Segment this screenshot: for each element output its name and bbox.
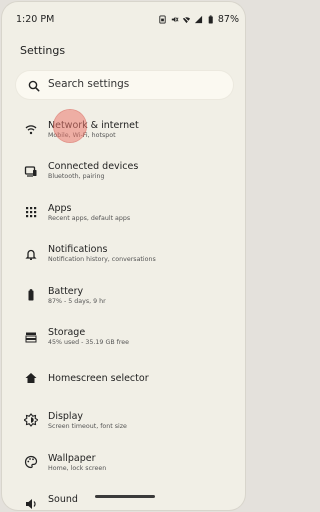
settings-item-summary: Screen timeout, font size	[48, 423, 127, 430]
settings-item-wallpaper[interactable]: Wallpaper Home, lock screen	[2, 442, 245, 482]
status-icons: 87%	[158, 14, 239, 25]
status-time: 1:20 PM	[16, 14, 55, 25]
settings-item-apps[interactable]: Apps Recent apps, default apps	[2, 192, 245, 232]
settings-item-homescreen-selector[interactable]: Homescreen selector	[2, 358, 245, 398]
settings-item-label: Storage	[48, 327, 86, 338]
mute-icon	[170, 15, 179, 24]
settings-item-summary: Bluetooth, pairing	[48, 173, 105, 180]
battery-icon	[24, 288, 38, 302]
devices-icon	[24, 164, 38, 178]
settings-item-notifications[interactable]: Notifications Notification history, conv…	[2, 233, 245, 273]
settings-item-label: Sound	[48, 494, 78, 505]
settings-item-label: Homescreen selector	[48, 373, 149, 384]
page-title: Settings	[20, 44, 66, 57]
settings-item-label: Notifications	[48, 244, 108, 255]
phone-screen: 1:20 PM 87% Settings Search settings Net…	[2, 2, 245, 510]
storage-icon	[24, 330, 38, 344]
settings-item-connected-devices[interactable]: Connected devices Bluetooth, pairing	[2, 150, 245, 190]
search-settings-bar[interactable]: Search settings	[16, 71, 233, 99]
search-icon	[27, 78, 41, 92]
settings-item-summary: Home, lock screen	[48, 465, 107, 472]
settings-item-display[interactable]: Display Screen timeout, font size	[2, 400, 245, 440]
palette-icon	[24, 455, 38, 469]
battery-percent: 87%	[217, 14, 239, 25]
wifi-icon	[24, 122, 38, 136]
settings-item-label: Connected devices	[48, 161, 139, 172]
status-bar: 1:20 PM 87%	[2, 12, 245, 28]
search-placeholder: Search settings	[48, 78, 130, 90]
sound-icon	[24, 497, 38, 510]
settings-item-network[interactable]: Network & internet Mobile, Wi-Fi, hotspo…	[2, 109, 245, 149]
gesture-nav-bar[interactable]	[95, 495, 155, 498]
sim-icon	[158, 15, 167, 24]
apps-grid-icon	[24, 205, 38, 219]
brightness-icon	[24, 413, 38, 427]
settings-item-storage[interactable]: Storage 45% used - 35.19 GB free	[2, 316, 245, 356]
settings-item-summary: 45% used - 35.19 GB free	[48, 339, 130, 346]
settings-item-summary: 87% - 5 days, 9 hr	[48, 298, 106, 305]
settings-item-summary: Notification history, conversations	[48, 256, 156, 263]
settings-item-label: Apps	[48, 203, 72, 214]
wifi-icon	[182, 15, 191, 24]
touch-indicator	[54, 110, 86, 142]
bell-icon	[24, 247, 38, 261]
home-icon	[24, 371, 38, 385]
settings-item-label: Wallpaper	[48, 453, 96, 464]
settings-item-battery[interactable]: Battery 87% - 5 days, 9 hr	[2, 275, 245, 315]
settings-item-summary: Recent apps, default apps	[48, 215, 131, 222]
battery-icon	[206, 15, 215, 24]
settings-item-label: Battery	[48, 286, 84, 297]
settings-item-label: Display	[48, 411, 84, 422]
signal-icon	[194, 15, 203, 24]
